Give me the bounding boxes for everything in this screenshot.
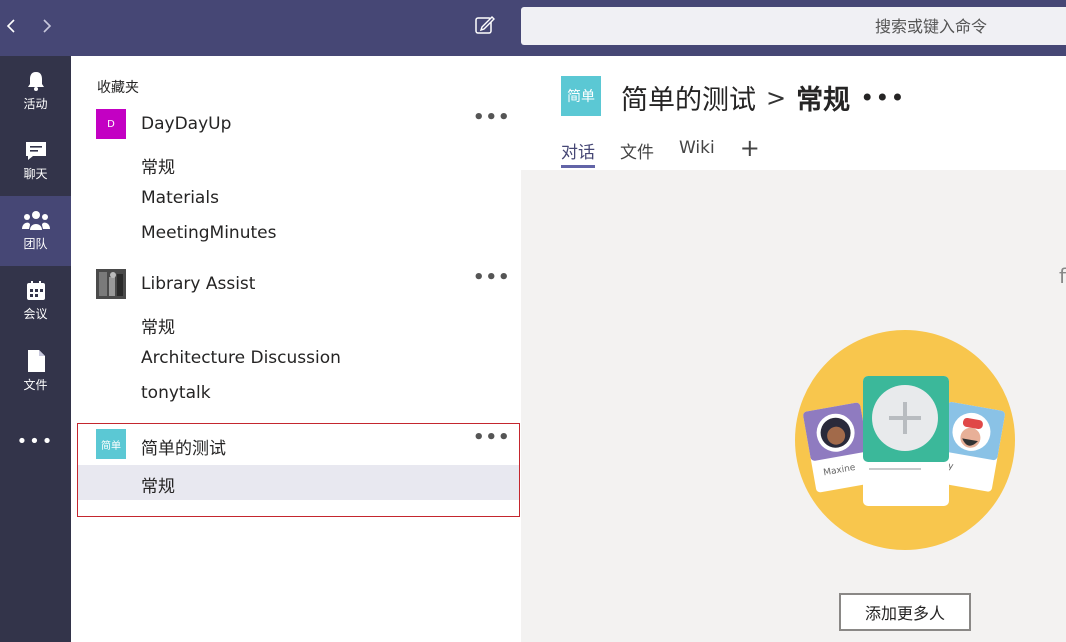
channel-label: Materials (141, 188, 219, 208)
channel-item[interactable]: MeetingMinutes (71, 216, 521, 251)
rail-label: 聊天 (23, 167, 48, 181)
channel-item[interactable]: 常规 (71, 146, 521, 181)
file-icon (27, 350, 45, 372)
clipped-text: f (1059, 264, 1066, 288)
back-arrow-icon[interactable] (0, 14, 22, 38)
chat-icon (25, 142, 46, 160)
search-input[interactable] (521, 7, 1066, 45)
channel-item[interactable]: tonytalk (71, 376, 521, 411)
rail-item-teams[interactable]: 团队 (0, 196, 71, 266)
rail-label: 活动 (23, 97, 48, 111)
rail-item-activity[interactable]: 活动 (0, 56, 71, 126)
teams-icon (21, 211, 50, 230)
more-options-icon[interactable]: ••• (473, 269, 510, 292)
add-more-people-button[interactable]: 添加更多人 (839, 593, 971, 631)
channel-header: 简单 简单的测试 > 常规 ••• 对话 文件 Wiki + (521, 56, 1066, 170)
favorites-heading: 收藏夹 (97, 80, 139, 96)
bell-icon (27, 72, 44, 91)
channel-item[interactable]: 常规 (71, 306, 521, 341)
channel-label: Architecture Discussion (141, 348, 341, 368)
breadcrumb: 简单的测试 > 常规 ••• (621, 78, 906, 117)
add-people-illustration: Maxine ky (795, 330, 1015, 550)
tab-files[interactable]: 文件 (620, 138, 654, 168)
highlight-box (77, 423, 520, 517)
channel-label: MeetingMinutes (141, 223, 277, 243)
tab-conversations[interactable]: 对话 (561, 138, 595, 168)
more-options-icon[interactable]: ••• (473, 109, 510, 132)
calendar-icon (26, 281, 45, 300)
breadcrumb-team[interactable]: 简单的测试 (621, 78, 756, 117)
channel-item[interactable]: Materials (71, 181, 521, 216)
channel-item[interactable]: Architecture Discussion (71, 341, 521, 376)
team-row-daydayup[interactable]: D DayDayUp ••• (71, 106, 521, 142)
team-avatar: D (96, 109, 126, 139)
breadcrumb-channel: 常规 (796, 85, 851, 116)
more-options-icon[interactable]: ••• (860, 84, 905, 112)
rail-item-chat[interactable]: 聊天 (0, 126, 71, 196)
rail-item-files[interactable]: 文件 (0, 336, 71, 406)
more-apps-icon[interactable]: ••• (0, 426, 71, 456)
app-rail: 活动 聊天 团队 会议 文件 ••• (0, 56, 71, 642)
compose-icon[interactable] (474, 14, 498, 38)
chevron-right-icon: > (766, 83, 787, 112)
rail-label: 会议 (23, 307, 48, 321)
top-bar (0, 0, 1066, 56)
tab-wiki[interactable]: Wiki (679, 138, 715, 168)
rail-label: 文件 (23, 378, 48, 392)
team-name: DayDayUp (141, 114, 232, 134)
team-row-library-assist[interactable]: Library Assist ••• (71, 266, 521, 302)
channel-tabs: 对话 文件 Wiki + (561, 136, 760, 168)
channel-label: 常规 (141, 318, 175, 338)
channel-avatar: 简单 (561, 76, 601, 116)
teams-panel: 收藏夹 D DayDayUp ••• 常规 Materials MeetingM… (71, 56, 521, 642)
rail-item-meetings[interactable]: 会议 (0, 266, 71, 336)
team-name: Library Assist (141, 274, 256, 294)
channel-label: 常规 (141, 158, 175, 178)
rail-label: 团队 (23, 237, 48, 251)
add-tab-icon[interactable]: + (740, 136, 760, 168)
channel-label: tonytalk (141, 383, 211, 403)
forward-arrow-icon[interactable] (36, 14, 58, 38)
search-box[interactable] (521, 7, 1066, 45)
team-avatar-photo (96, 269, 126, 299)
channel-view: 简单 简单的测试 > 常规 ••• 对话 文件 Wiki + f Maxine (521, 56, 1066, 642)
